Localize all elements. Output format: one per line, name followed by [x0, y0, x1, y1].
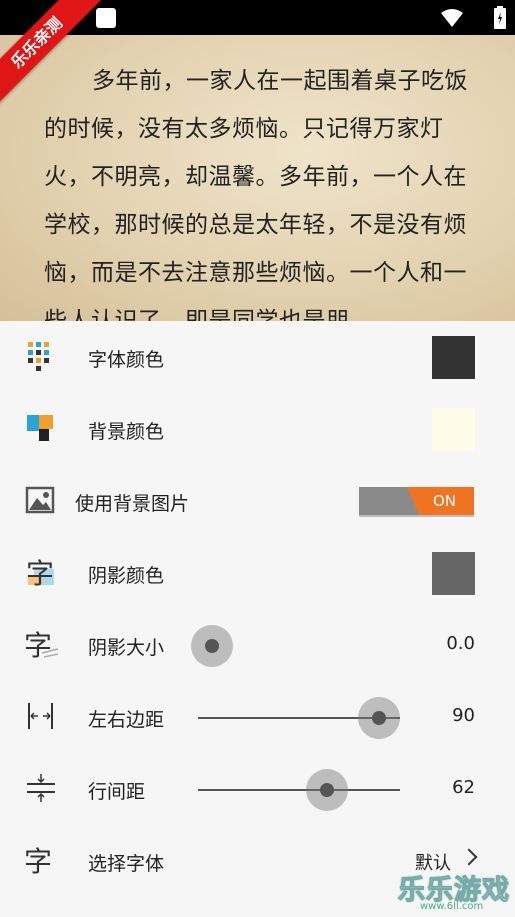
shadow-size-slider[interactable]	[191, 625, 400, 667]
font-color-label: 字体颜色	[88, 349, 165, 371]
toggle-underline	[359, 515, 474, 517]
margin-label: 左右边距	[88, 709, 165, 731]
line-spacing-slider-thumb[interactable]	[306, 769, 349, 811]
shadow-color-label: 阴影颜色	[88, 565, 165, 587]
font-color-row[interactable]: 字体颜色	[0, 321, 515, 393]
corner-ribbon: 乐乐亲测	[0, 0, 110, 110]
shadow-char-icon: 字	[26, 557, 54, 589]
svg-text:字: 字	[26, 557, 54, 589]
shadow-size-value: 0.0	[446, 633, 475, 654]
svg-text:字: 字	[24, 845, 52, 877]
shadow-size-icon: 字	[24, 629, 58, 661]
bg-image-label: 使用背景图片	[75, 493, 190, 515]
watermark: 乐乐游戏 www.6ll.com	[398, 868, 515, 917]
margin-value: 90	[452, 705, 475, 726]
line-spacing-value: 62	[452, 777, 475, 798]
watermark-url: www.6ll.com	[420, 901, 484, 912]
ribbon-text: 乐乐亲测	[0, 0, 101, 107]
line-spacing-row: 行间距 62	[0, 753, 515, 825]
line-spacing-label: 行间距	[88, 781, 146, 803]
line-spacing-slider[interactable]	[198, 769, 400, 811]
shadow-color-row[interactable]: 字 阴影颜色	[0, 537, 515, 609]
margin-slider-thumb[interactable]	[358, 697, 401, 739]
bg-image-row[interactable]: 使用背景图片 ON	[0, 465, 515, 537]
bg-image-toggle[interactable]: ON	[359, 487, 474, 517]
shadow-size-row: 字 阴影大小 0.0	[0, 609, 515, 681]
bg-color-label: 背景颜色	[88, 421, 165, 443]
reader-settings-panel: 字体颜色 背景颜色 使用背景图片 ON 字 阴影颜色 字 阴影大小 0.0 左右…	[0, 321, 515, 917]
chevron-right-icon[interactable]	[460, 848, 478, 866]
margin-icon	[28, 703, 53, 729]
font-color-swatch[interactable]	[432, 336, 475, 379]
font-face-icon: 字	[24, 845, 52, 877]
battery-icon	[494, 6, 506, 29]
toggle-on-text: ON	[432, 492, 456, 510]
image-icon	[25, 486, 55, 514]
line-spacing-icon	[27, 774, 55, 802]
bg-color-row[interactable]: 背景颜色	[0, 393, 515, 465]
bg-color-icon	[27, 415, 53, 441]
wifi-icon	[441, 9, 463, 27]
font-face-label: 选择字体	[88, 853, 165, 875]
font-color-icon	[28, 342, 49, 371]
shadow-size-label: 阴影大小	[88, 637, 165, 659]
margin-row: 左右边距 90	[0, 681, 515, 753]
margin-slider[interactable]	[198, 697, 401, 739]
shadow-size-slider-thumb[interactable]	[191, 625, 233, 667]
bg-color-swatch[interactable]	[432, 408, 475, 451]
shadow-color-swatch[interactable]	[432, 552, 475, 595]
